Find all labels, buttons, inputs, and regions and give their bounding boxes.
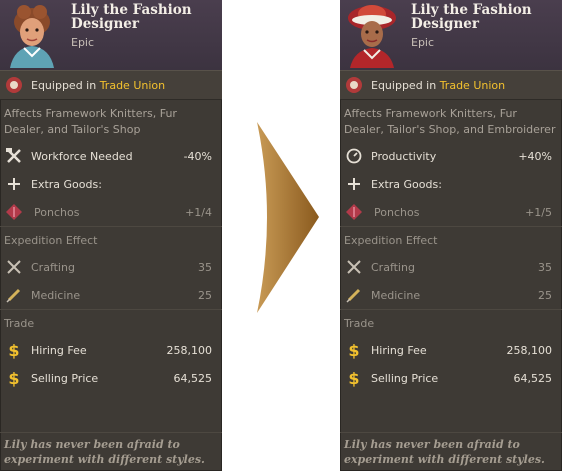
medicine-row: Medicine 25: [0, 281, 222, 309]
hiring-fee-row: $ Hiring Fee 258,100: [0, 336, 222, 364]
medicine-value: 25: [538, 288, 552, 302]
good-value: +1/4: [185, 205, 212, 219]
hiring-fee-label: Hiring Fee: [31, 343, 87, 357]
affects-description: Affects Framework Knitters, Fur Dealer, …: [4, 107, 177, 136]
tools-icon: [344, 257, 364, 277]
plus-icon: [344, 174, 364, 194]
equipped-row: Equipped in Trade Union: [340, 70, 562, 100]
portrait-avatar: [348, 5, 396, 68]
flavor-quote: Lily has never been afraid to experiment…: [340, 432, 562, 471]
good-row: Ponchos +1/4: [0, 198, 222, 226]
hiring-fee-label: Hiring Fee: [371, 343, 427, 357]
crafting-label: Crafting: [371, 260, 415, 274]
hiring-fee-row: $ Hiring Fee 258,100: [340, 336, 562, 364]
medicine-row: Medicine 25: [340, 281, 562, 309]
crafting-row: Crafting 35: [0, 253, 222, 281]
extra-goods-row: Extra Goods:: [340, 170, 562, 198]
crafting-label: Crafting: [31, 260, 75, 274]
crafting-value: 35: [198, 260, 212, 274]
rarity-label: Epic: [71, 36, 95, 49]
plus-icon: [4, 174, 24, 194]
stat-value: -40%: [183, 149, 212, 163]
hiring-fee-value: 258,100: [506, 343, 553, 357]
extra-goods-row: Extra Goods:: [0, 170, 222, 198]
syringe-icon: [4, 285, 24, 305]
arrow-right-icon: [257, 122, 319, 313]
poncho-icon: [344, 202, 364, 222]
specialist-name: Lily the Fashion Designer: [71, 2, 192, 32]
stat-value: +40%: [518, 149, 552, 163]
tools-icon: [4, 257, 24, 277]
good-row: Ponchos +1/5: [340, 198, 562, 226]
portrait-avatar: [10, 5, 54, 68]
hiring-fee-value: 258,100: [166, 343, 213, 357]
trade-union-icon: [344, 75, 364, 95]
good-name: Ponchos: [374, 205, 420, 219]
stat-label: Workforce Needed: [31, 149, 133, 163]
good-value: +1/5: [525, 205, 552, 219]
stat-label: Productivity: [371, 149, 437, 163]
specialist-card-after: Lily the Fashion Designer Epic Equipped …: [340, 0, 562, 471]
dollar-icon: $: [348, 340, 360, 360]
affects-description: Affects Framework Knitters, Fur Dealer, …: [344, 107, 556, 136]
good-name: Ponchos: [34, 205, 80, 219]
card-header: Lily the Fashion Designer Epic: [0, 0, 222, 70]
dollar-icon: $: [8, 340, 20, 360]
dollar-icon: $: [348, 368, 360, 388]
hammer-wrench-icon: [4, 146, 24, 166]
equipped-prefix: Equipped in: [371, 78, 437, 92]
equipped-prefix: Equipped in: [31, 78, 97, 92]
medicine-label: Medicine: [31, 288, 81, 302]
trade-union-icon: [4, 75, 24, 95]
selling-price-label: Selling Price: [371, 371, 439, 385]
extra-goods-label: Extra Goods:: [371, 177, 442, 191]
specialist-name: Lily the Fashion Designer: [411, 2, 532, 32]
selling-price-label: Selling Price: [31, 371, 99, 385]
expedition-header: Expedition Effect: [340, 226, 562, 253]
selling-price-row: $ Selling Price 64,525: [340, 364, 562, 392]
stat-row: Workforce Needed -40%: [0, 142, 222, 170]
selling-price-value: 64,525: [513, 371, 553, 385]
equipped-building: Trade Union: [439, 78, 506, 92]
poncho-icon: [4, 202, 24, 222]
medicine-value: 25: [198, 288, 212, 302]
extra-goods-label: Extra Goods:: [31, 177, 102, 191]
crafting-value: 35: [538, 260, 552, 274]
card-header: Lily the Fashion Designer Epic: [340, 0, 562, 70]
equipped-building: Trade Union: [99, 78, 166, 92]
selling-price-row: $ Selling Price 64,525: [0, 364, 222, 392]
selling-price-value: 64,525: [173, 371, 213, 385]
crafting-row: Crafting 35: [340, 253, 562, 281]
medicine-label: Medicine: [371, 288, 421, 302]
rarity-label: Epic: [411, 36, 435, 49]
syringe-icon: [344, 285, 364, 305]
specialist-card-before: Lily the Fashion Designer Epic Equipped …: [0, 0, 222, 471]
flavor-quote: Lily has never been afraid to experiment…: [0, 432, 222, 471]
trade-header: Trade: [0, 309, 222, 336]
trade-header: Trade: [340, 309, 562, 336]
stat-row: Productivity +40%: [340, 142, 562, 170]
dollar-icon: $: [8, 368, 20, 388]
expedition-header: Expedition Effect: [0, 226, 222, 253]
equipped-row: Equipped in Trade Union: [0, 70, 222, 100]
gear-icon: [344, 146, 364, 166]
